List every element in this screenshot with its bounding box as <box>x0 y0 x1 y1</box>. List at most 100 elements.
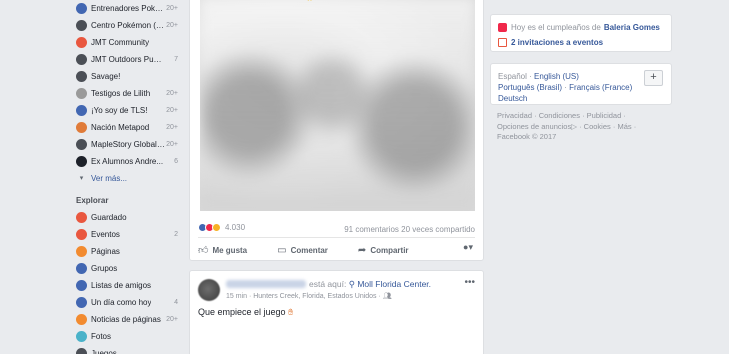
reaction-count: 4.030 <box>225 223 246 232</box>
sidebar-item[interactable]: Nación Metapod 20+ <box>72 119 184 136</box>
post-text: Que empiece el juego ✋︎ <box>198 307 293 318</box>
footer-links: Privacidad · Condiciones · Publicidad · … <box>497 111 637 141</box>
sidebar-item[interactable]: Centro Pokémon (g... 20+ <box>72 17 184 34</box>
sidebar-item-label: Listas de amigos <box>91 281 152 290</box>
birthday-prefix: Hoy es el cumpleaños de <box>511 23 601 32</box>
sidebar-item[interactable]: Listas de amigos <box>72 277 184 294</box>
current-language: Español <box>498 72 527 81</box>
footer-link[interactable]: Privacidad <box>497 111 532 120</box>
divider <box>198 237 475 238</box>
post-meta-text[interactable]: 15 min · Hunters Creek, Florida, Estados… <box>226 293 381 300</box>
copyright: Facebook © 2017 <box>497 132 557 141</box>
sidebar-item-label: JMT Outdoors Publ... <box>91 55 165 64</box>
left-sidebar: Entrenadores Poké... 20+ Centro Pokémon (g… <box>72 0 184 354</box>
language-link[interactable]: Deutsch <box>498 94 527 103</box>
sidebar-item-label: Noticias de páginas <box>91 315 161 324</box>
post-header-line: está aquí: ⚲ Moll Florida Center. <box>309 279 431 290</box>
footer-link[interactable]: Opciones de anuncios <box>497 122 571 131</box>
feed-post: está aquí: ⚲ Moll Florida Center. 15 min… <box>189 270 484 354</box>
language-link[interactable]: English (US) <box>534 72 579 81</box>
sidebar-item[interactable]: Savage! <box>72 68 184 85</box>
sidebar-item-label: Centro Pokémon (g... <box>91 21 165 30</box>
reaction-as-selector[interactable]: ●▾ <box>463 242 473 253</box>
sidebar-item-label: Un día como hoy <box>91 298 152 307</box>
share-label: Compartir <box>370 245 409 255</box>
footer-link[interactable]: Más <box>617 122 631 131</box>
comment-button[interactable]: ▭ Comentar <box>277 245 328 256</box>
bookmark-icon <box>76 212 87 223</box>
footer-link[interactable]: Cookies <box>584 122 611 131</box>
gamepad-icon <box>76 20 87 31</box>
shares-count[interactable]: 20 veces compartido <box>401 225 475 234</box>
sidebar-item-label: ¡Yo soy de TLS! <box>91 106 148 115</box>
sidebar-item[interactable]: JMT Outdoors Publ... 7 <box>72 51 184 68</box>
share-arrow-icon: ➦ <box>357 244 367 256</box>
explore-list: Guardado Eventos 2 Páginas Grupos Listas de a… <box>72 209 184 354</box>
events-box: Hoy es el cumpleaños de Baleria Gomes 2 … <box>490 14 672 52</box>
photo-icon <box>76 331 87 342</box>
language-link[interactable]: Français (France) <box>569 83 632 92</box>
sidebar-item-count: 4 <box>174 299 178 306</box>
sidebar-item-label: Juegos <box>91 349 117 354</box>
post-options-button[interactable]: ••• <box>464 277 475 288</box>
group-icon <box>76 263 87 274</box>
sidebar-item[interactable]: Un día como hoy 4 <box>72 294 184 311</box>
star-icon: ★ <box>306 0 313 3</box>
author-name-blurred[interactable] <box>226 280 306 288</box>
gift-icon <box>498 23 507 32</box>
news-icon <box>76 314 87 325</box>
sidebar-item[interactable]: MapleStory Global ... 20+ <box>72 136 184 153</box>
comment-share-counts[interactable]: 91 comentarios 20 veces compartido <box>344 225 475 234</box>
sidebar-item[interactable]: ¡Yo soy de TLS! 20+ <box>72 102 184 119</box>
sidebar-item-count: 20+ <box>166 316 178 323</box>
metapod-icon <box>76 122 87 133</box>
sidebar-item[interactable]: Fotos <box>72 328 184 345</box>
games-icon <box>76 348 87 354</box>
sidebar-item-label: Fotos <box>91 332 112 341</box>
birthday-name[interactable]: Baleria Gomes <box>604 23 660 32</box>
footer-link[interactable]: Condiciones <box>539 111 580 120</box>
language-link[interactable]: Português (Brasil) <box>498 83 562 92</box>
ad-choices-icon: ▷ <box>571 121 577 131</box>
author-avatar[interactable] <box>198 279 220 301</box>
birthday-row[interactable]: Hoy es el cumpleaños de Baleria Gomes <box>498 23 660 32</box>
invitations-row[interactable]: 2 invitaciones a eventos <box>498 38 603 47</box>
group-icon <box>76 3 87 14</box>
sidebar-item[interactable]: Noticias de páginas 20+ <box>72 311 184 328</box>
see-more-link[interactable]: ▾ Ver más... <box>72 170 184 187</box>
invitations-link[interactable]: 2 invitaciones a eventos <box>511 38 603 47</box>
sidebar-item[interactable]: Entrenadores Poké... 20+ <box>72 0 184 17</box>
add-language-button[interactable]: + <box>644 70 663 86</box>
like-button[interactable]: 👍︎ Me gusta <box>198 244 247 256</box>
sidebar-item-label: Entrenadores Poké... <box>91 4 165 13</box>
sidebar-item-label: JMT Community <box>91 38 150 47</box>
sidebar-item[interactable]: Páginas <box>72 243 184 260</box>
sidebar-item[interactable]: Guardado <box>72 209 184 226</box>
sidebar-item-label: Eventos <box>91 230 120 239</box>
sidebar-item[interactable]: Testigos de Lilith 20+ <box>72 85 184 102</box>
sidebar-item[interactable]: Ex Alumnos Andre... 6 <box>72 153 184 170</box>
share-button[interactable]: ➦ Compartir <box>358 245 409 256</box>
location-link[interactable]: Moll Florida Center. <box>357 279 431 289</box>
footer-link[interactable]: Publicidad <box>587 111 622 120</box>
sidebar-item-label: Grupos <box>91 264 118 273</box>
sidebar-item[interactable]: Juegos <box>72 345 184 354</box>
flag-icon <box>76 246 87 257</box>
sidebar-item-count: 20+ <box>166 90 178 97</box>
shortcuts-list: Entrenadores Poké... 20+ Centro Pokémon (g… <box>72 0 184 170</box>
sidebar-item-count: 6 <box>174 158 178 165</box>
explore-header: Explorar <box>76 196 109 205</box>
sidebar-item[interactable]: Grupos <box>72 260 184 277</box>
gamepad-icon <box>76 139 87 150</box>
hand-emoji-icon: ✋︎ <box>288 307 294 317</box>
reactions-summary[interactable]: 4.030 <box>198 223 245 232</box>
sidebar-item[interactable]: JMT Community <box>72 34 184 51</box>
thumbs-up-icon: 👍︎ <box>198 245 209 256</box>
sidebar-item-label: MapleStory Global ... <box>91 140 165 149</box>
sidebar-item[interactable]: Eventos 2 <box>72 226 184 243</box>
post-meta: 15 min · Hunters Creek, Florida, Estados… <box>226 292 392 300</box>
comments-count[interactable]: 91 comentarios <box>344 225 399 234</box>
caret-down-icon: ▾ <box>468 242 473 252</box>
pin-icon: ⚲ <box>348 279 355 289</box>
post-photo[interactable] <box>200 0 475 211</box>
